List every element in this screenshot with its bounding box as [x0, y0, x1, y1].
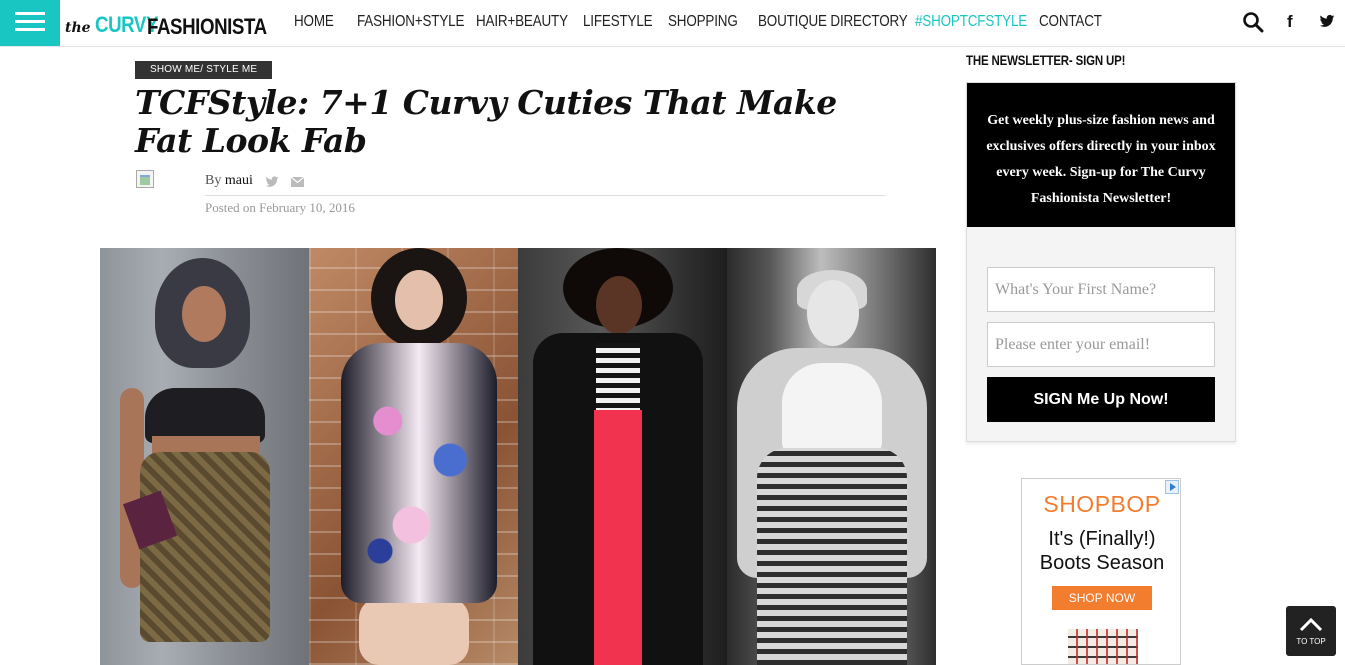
- twitter-icon[interactable]: [1319, 13, 1335, 29]
- chevron-up-icon: [1299, 617, 1323, 632]
- collage-photo-1: [100, 248, 309, 665]
- ad-copy: It's (Finally!) Boots Season: [1022, 527, 1180, 575]
- newsletter-description: Get weekly plus-size fashion news and ex…: [967, 83, 1235, 227]
- share-email-icon[interactable]: [291, 177, 304, 187]
- ad-product-image: [1068, 629, 1138, 664]
- collage-photo-2: [309, 248, 518, 665]
- article-title: TCFStyle: 7+1 Curvy Cuties That Make Fat…: [135, 83, 837, 160]
- top-navigation-bar: the CURVY FASHIONISTA HOME FASHION+STYLE…: [0, 0, 1345, 47]
- collage-photo-4: [727, 248, 936, 665]
- ad-brand: SHOPBOP: [1043, 491, 1161, 517]
- newsletter-signup-box: Get weekly plus-size fashion news and ex…: [966, 82, 1236, 442]
- back-to-top-button[interactable]: TO TOP: [1286, 606, 1336, 656]
- ad-copy-line-1: It's (Finally!): [1048, 528, 1156, 550]
- nav-boutique-directory[interactable]: BOUTIQUE DIRECTORY: [758, 13, 908, 31]
- nav-lifestyle[interactable]: LIFESTYLE: [583, 13, 653, 31]
- share-twitter-icon[interactable]: [265, 176, 279, 188]
- post-date: Posted on February 10, 2016: [205, 200, 355, 215]
- ad-shop-now-button[interactable]: SHOP NOW: [1052, 586, 1152, 610]
- byline: By maui: [205, 173, 253, 189]
- featured-image-collage[interactable]: [100, 248, 936, 665]
- logo-the: the: [65, 20, 91, 36]
- site-logo[interactable]: the CURVY FASHIONISTA: [65, 12, 267, 42]
- nav-fashion-style[interactable]: FASHION+STYLE: [357, 13, 464, 31]
- nav-contact[interactable]: CONTACT: [1039, 13, 1102, 31]
- back-to-top-label: TO TOP: [1296, 637, 1326, 646]
- byline-prefix: By: [205, 173, 222, 188]
- author-avatar[interactable]: [136, 170, 154, 188]
- shopbop-ad[interactable]: SHOPBOP It's (Finally!) Boots Season SHO…: [1021, 478, 1181, 665]
- nav-home[interactable]: HOME: [294, 13, 334, 31]
- nav-hair-beauty[interactable]: HAIR+BEAUTY: [476, 13, 568, 31]
- byline-divider: [205, 195, 885, 196]
- menu-hamburger-icon[interactable]: [0, 0, 60, 46]
- collage-photo-3: [518, 248, 727, 665]
- logo-fashionista: FASHIONISTA: [147, 14, 267, 39]
- ad-copy-line-2: Boots Season: [1039, 552, 1165, 574]
- email-input[interactable]: Please enter your email!: [987, 322, 1215, 367]
- facebook-icon[interactable]: f: [1287, 12, 1299, 32]
- category-badge[interactable]: SHOW ME/ STYLE ME: [135, 61, 273, 79]
- nav-shopping[interactable]: SHOPPING: [668, 13, 738, 31]
- first-name-input[interactable]: What's Your First Name?: [987, 267, 1215, 312]
- nav-shoptcfstyle[interactable]: #SHOPTCFSTYLE: [915, 13, 1027, 31]
- newsletter-heading: THE NEWSLETTER- SIGN UP!: [966, 52, 1126, 68]
- signup-button[interactable]: SIGN Me Up Now!: [987, 377, 1215, 422]
- search-icon[interactable]: [1242, 11, 1264, 33]
- author-link[interactable]: maui: [225, 173, 253, 188]
